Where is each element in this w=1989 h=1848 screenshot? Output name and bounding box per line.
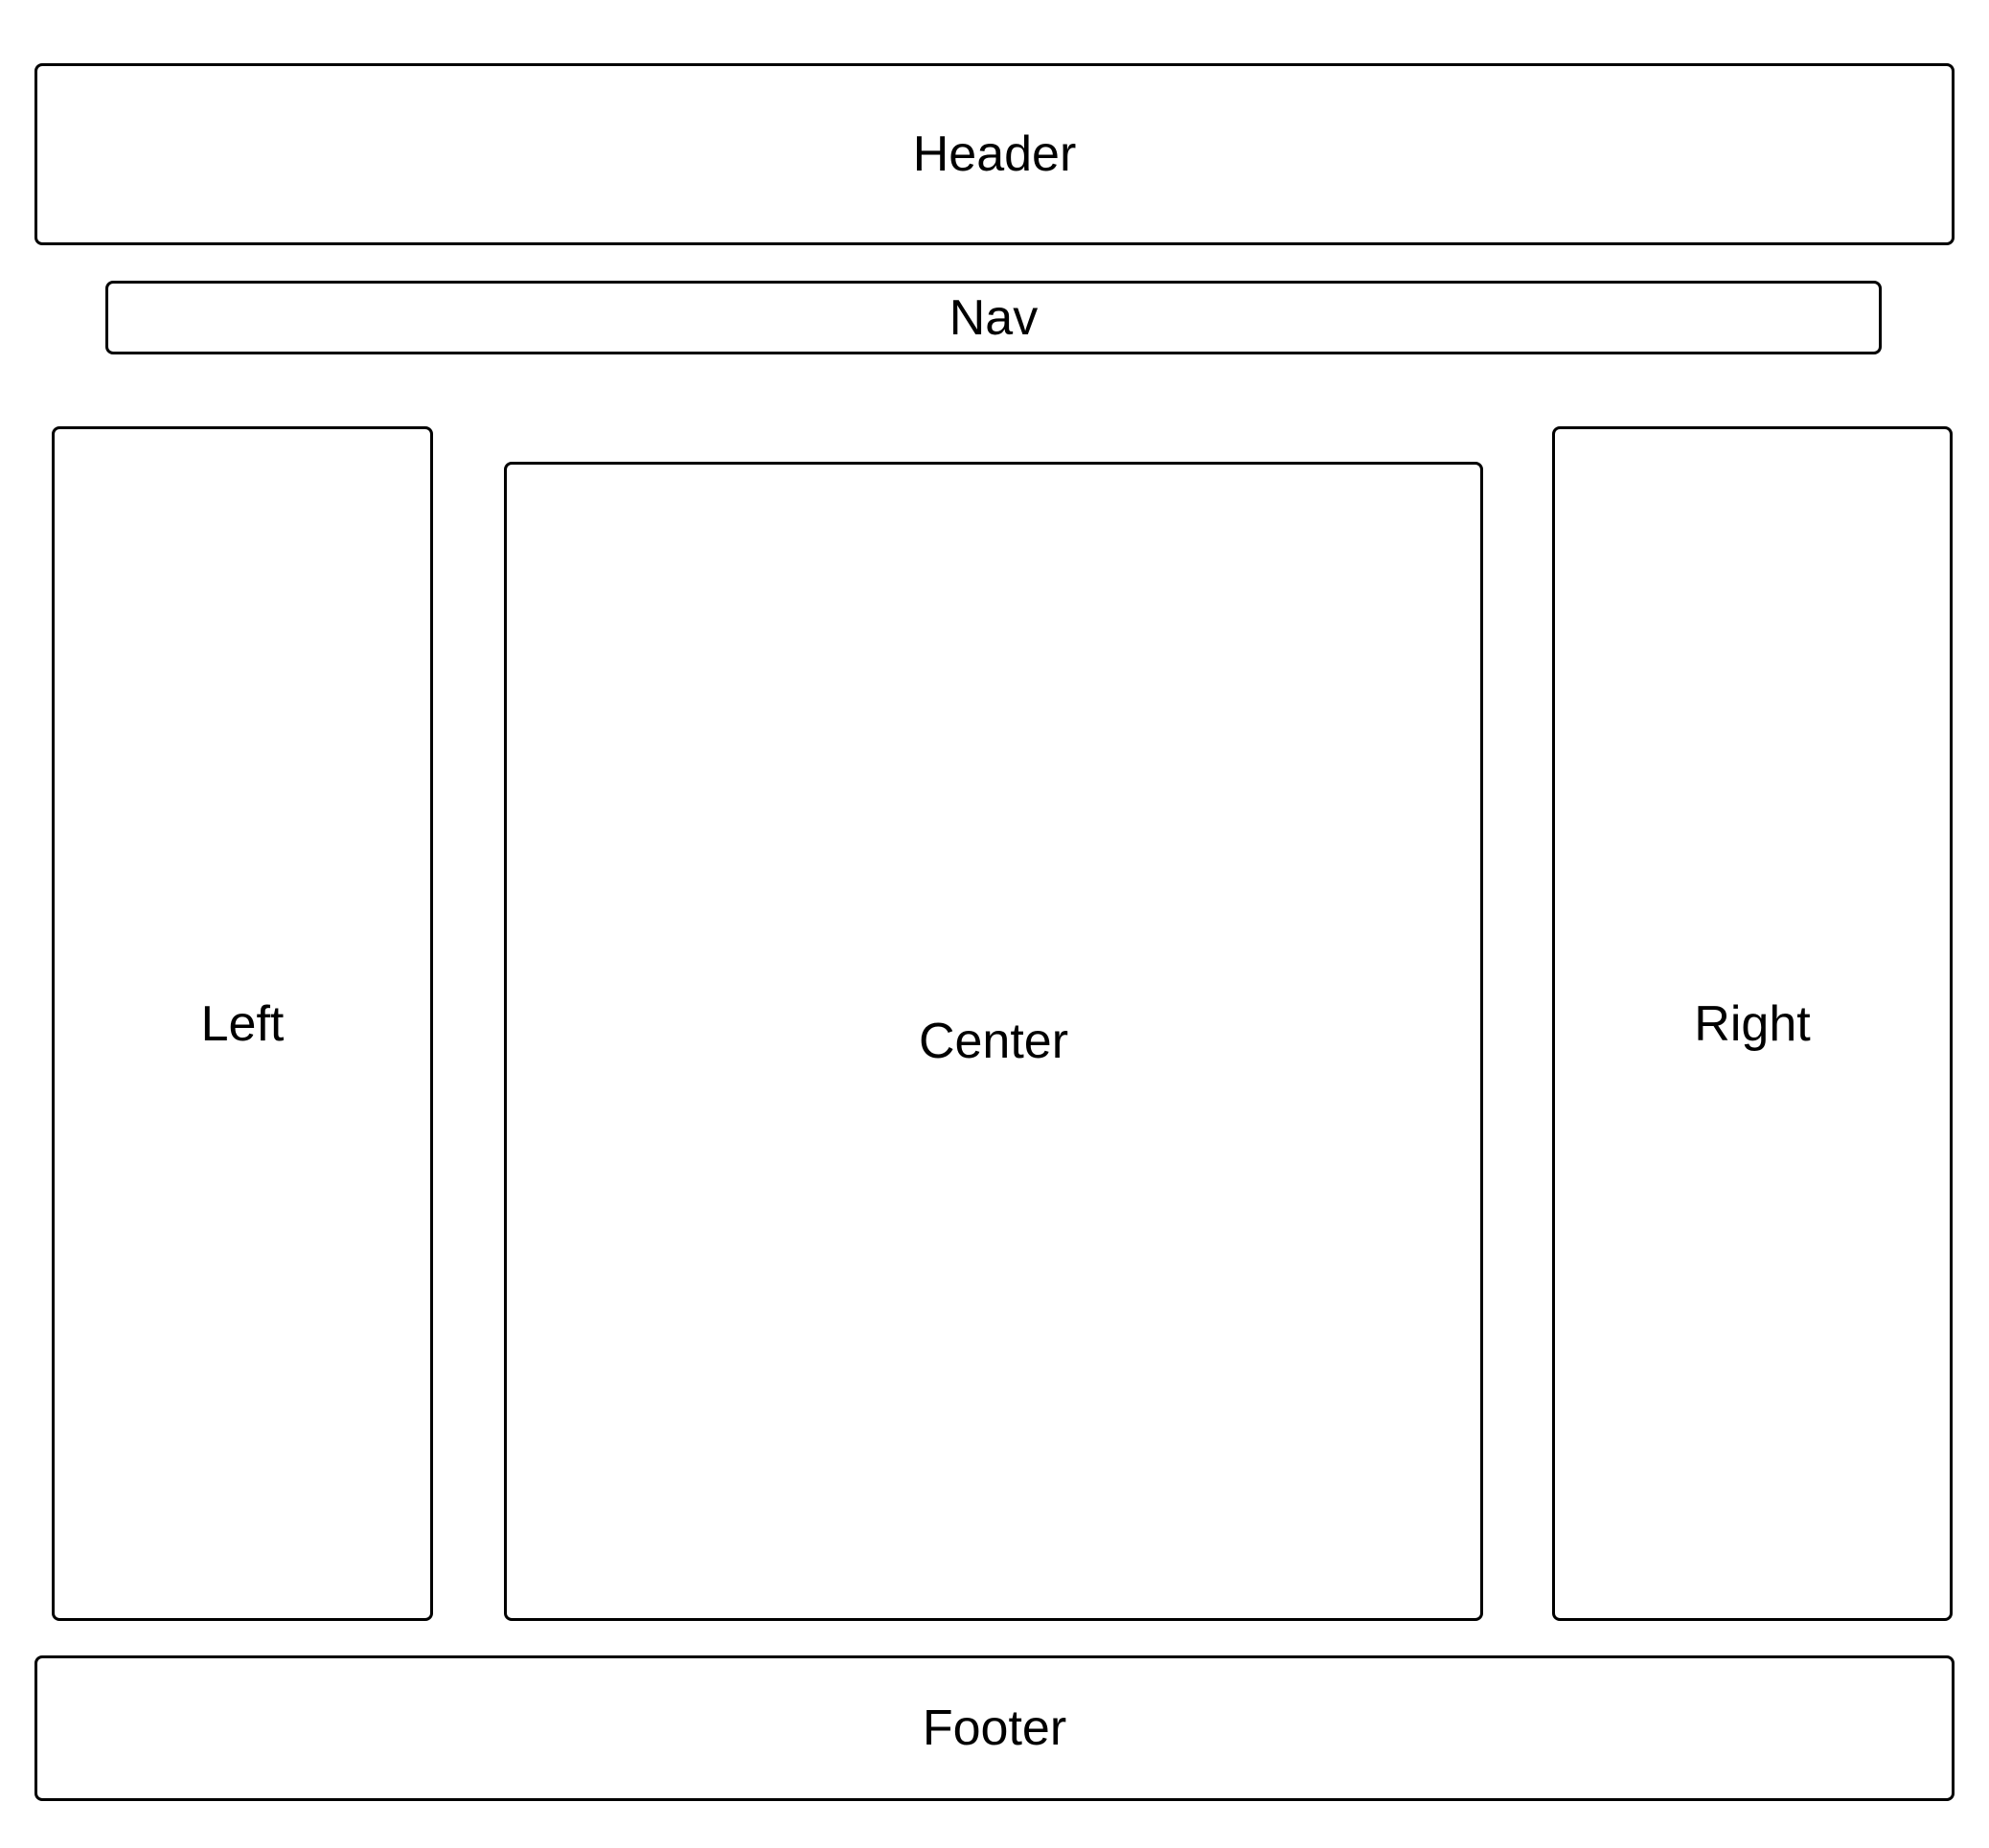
left-column-box: Left	[52, 426, 433, 1621]
header-box: Header	[34, 63, 1955, 245]
header-label: Header	[912, 126, 1077, 182]
footer-box: Footer	[34, 1655, 1955, 1801]
footer-label: Footer	[922, 1700, 1067, 1756]
nav-box: Nav	[105, 281, 1882, 354]
right-label: Right	[1694, 995, 1811, 1052]
left-label: Left	[200, 995, 285, 1052]
nav-label: Nav	[949, 289, 1039, 346]
center-label: Center	[918, 1014, 1069, 1069]
right-column-box: Right	[1552, 426, 1953, 1621]
center-column-box: Center	[504, 462, 1483, 1621]
